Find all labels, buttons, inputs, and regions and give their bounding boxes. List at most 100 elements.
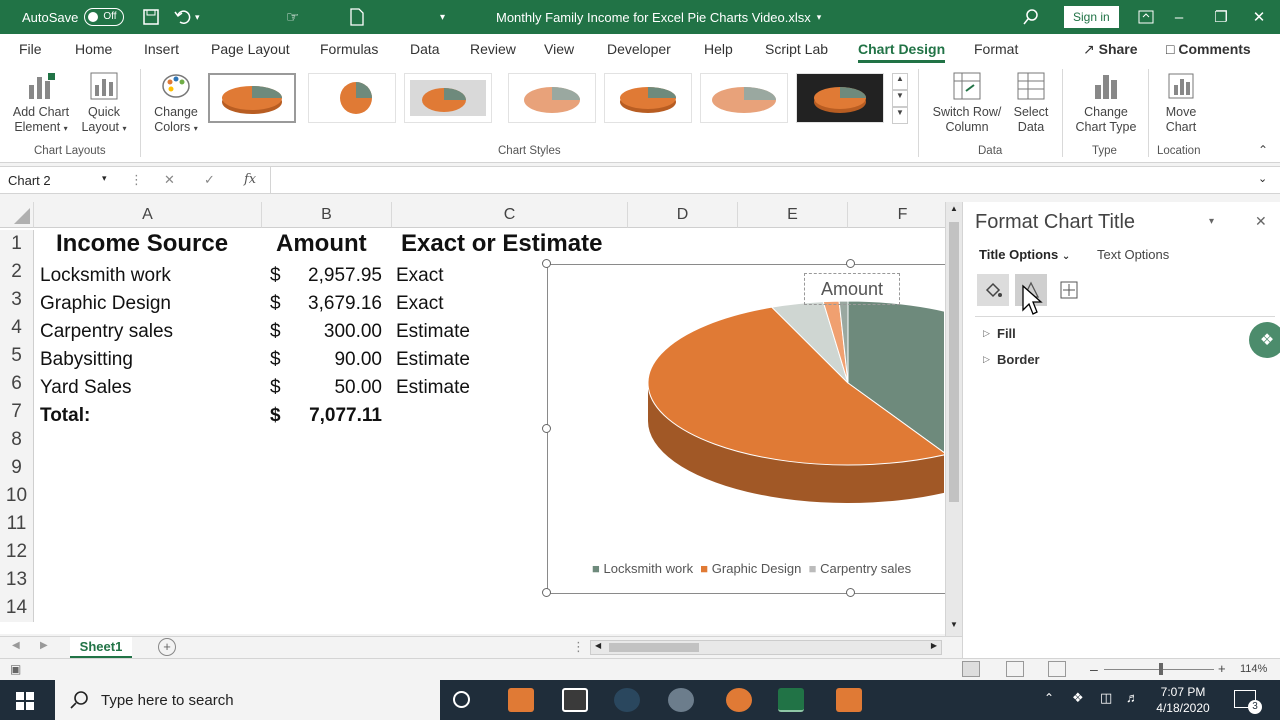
- resize-handle[interactable]: [542, 259, 551, 268]
- move-chart-button[interactable]: Move Chart: [1154, 71, 1208, 135]
- fill-section[interactable]: Fill: [997, 326, 1016, 341]
- cell-source[interactable]: Babysitting: [40, 346, 133, 374]
- expand-formula-icon[interactable]: ⌄: [1258, 172, 1267, 185]
- taskbar-search-box[interactable]: Type here to search: [55, 680, 440, 720]
- tab-formulas[interactable]: Formulas: [320, 41, 378, 57]
- undo-icon[interactable]: ▾: [174, 0, 200, 34]
- resize-handle[interactable]: [542, 424, 551, 433]
- collapse-ribbon-icon[interactable]: ⌃: [1258, 143, 1268, 157]
- tab-review[interactable]: Review: [470, 41, 516, 57]
- vertical-scrollbar[interactable]: ▲ ▼: [945, 202, 962, 636]
- app-icon[interactable]: [668, 688, 694, 712]
- row-header[interactable]: 2: [0, 258, 34, 286]
- cell-type[interactable]: Exact: [396, 262, 444, 290]
- scroll-right-icon[interactable]: ▶: [931, 641, 937, 650]
- tab-insert[interactable]: Insert: [144, 41, 179, 57]
- dropbox-icon[interactable]: ❖: [1249, 322, 1280, 358]
- change-chart-type-button[interactable]: Change Chart Type: [1070, 71, 1142, 135]
- enter-icon[interactable]: ✓: [204, 172, 215, 188]
- add-chart-element-button[interactable]: Add Chart Element ▾: [8, 71, 74, 136]
- border-expand-icon[interactable]: ▷: [983, 354, 990, 365]
- file-explorer-icon[interactable]: [508, 688, 534, 712]
- column-header-b[interactable]: B: [262, 202, 392, 228]
- tab-view[interactable]: View: [544, 41, 574, 57]
- cell-total-label[interactable]: Total:: [40, 402, 90, 430]
- chart-style-1[interactable]: [208, 73, 296, 123]
- formula-input[interactable]: [272, 169, 1252, 191]
- tab-chart-design[interactable]: Chart Design: [858, 41, 946, 63]
- styles-more-icon[interactable]: ▼: [892, 107, 908, 124]
- tab-title-options[interactable]: Title Options ⌄: [979, 247, 1070, 262]
- sign-in-button[interactable]: Sign in: [1064, 6, 1119, 28]
- select-all-corner[interactable]: [0, 202, 34, 228]
- customize-qat-icon[interactable]: ▾: [440, 0, 445, 34]
- autosave-toggle[interactable]: Off: [84, 8, 125, 26]
- column-header-a[interactable]: A: [34, 202, 262, 228]
- zoom-slider-thumb[interactable]: [1159, 663, 1163, 675]
- change-colors-button[interactable]: Change Colors ▾: [148, 71, 204, 136]
- search-icon[interactable]: [1022, 0, 1040, 34]
- tab-file[interactable]: File: [19, 41, 42, 57]
- row-header[interactable]: 13: [0, 566, 34, 594]
- page-break-view-icon[interactable]: [1048, 661, 1066, 677]
- column-header-e[interactable]: E: [738, 202, 848, 228]
- network-icon[interactable]: ◫: [1100, 690, 1112, 706]
- browser-icon[interactable]: [726, 688, 752, 712]
- cell-total-amount[interactable]: 7,077.11: [284, 402, 382, 430]
- tab-developer[interactable]: Developer: [607, 41, 671, 57]
- cell-amount[interactable]: 3,679.16: [284, 290, 382, 318]
- chart-style-7[interactable]: [796, 73, 884, 123]
- new-file-icon[interactable]: [350, 0, 364, 34]
- normal-view-icon[interactable]: [962, 661, 980, 677]
- cell-type[interactable]: Estimate: [396, 374, 470, 402]
- chart-legend[interactable]: ■ Locksmith work ■ Graphic Design ■ Carp…: [592, 561, 911, 576]
- cancel-icon[interactable]: ✕: [164, 172, 175, 188]
- volume-icon[interactable]: ♬: [1126, 690, 1139, 705]
- column-header-c[interactable]: C: [392, 202, 628, 228]
- share-button[interactable]: ↗ Share: [1083, 41, 1138, 58]
- cortana-icon[interactable]: [453, 691, 470, 708]
- resize-handle[interactable]: [846, 259, 855, 268]
- chart-style-5[interactable]: [604, 73, 692, 123]
- row-header[interactable]: 7: [0, 398, 34, 426]
- cell-c1[interactable]: Exact or Estimate: [401, 230, 602, 258]
- zoom-out-icon[interactable]: –: [1090, 661, 1098, 677]
- scroll-up-icon[interactable]: ▲: [946, 204, 962, 218]
- pane-options-icon[interactable]: ▾: [1209, 216, 1214, 227]
- cell-source[interactable]: Graphic Design: [40, 290, 171, 318]
- resize-handle[interactable]: [846, 588, 855, 597]
- row-header[interactable]: 4: [0, 314, 34, 342]
- select-data-button[interactable]: Select Data: [1008, 71, 1054, 135]
- ribbon-display-icon[interactable]: [1138, 0, 1154, 34]
- macro-record-icon[interactable]: ▣: [10, 662, 21, 676]
- prev-sheet-icon[interactable]: ◀: [12, 640, 20, 651]
- scroll-left-icon[interactable]: ◀: [595, 641, 601, 650]
- horizontal-scroll-thumb[interactable]: [609, 643, 699, 652]
- row-header[interactable]: 1: [0, 230, 34, 258]
- tab-help[interactable]: Help: [704, 41, 733, 57]
- fill-line-icon[interactable]: [977, 274, 1009, 306]
- steam-icon[interactable]: [614, 688, 640, 712]
- tab-format[interactable]: Format: [974, 41, 1018, 57]
- tab-data[interactable]: Data: [410, 41, 440, 57]
- tab-text-options[interactable]: Text Options: [1097, 247, 1169, 262]
- touch-mode-icon[interactable]: ☞: [286, 0, 299, 34]
- zoom-in-icon[interactable]: +: [1218, 661, 1226, 676]
- windows-start-icon[interactable]: [16, 692, 34, 715]
- cell-amount[interactable]: 300.00: [284, 318, 382, 346]
- tray-chevron-icon[interactable]: ⌃: [1044, 691, 1054, 705]
- cell-source[interactable]: Yard Sales: [40, 374, 132, 402]
- name-box[interactable]: Chart 2: [8, 173, 51, 188]
- row-header[interactable]: 9: [0, 454, 34, 482]
- cell-source[interactable]: Locksmith work: [40, 262, 171, 290]
- add-sheet-icon[interactable]: +: [158, 638, 176, 656]
- resize-handle[interactable]: [542, 588, 551, 597]
- row-header[interactable]: 5: [0, 342, 34, 370]
- chart-style-3[interactable]: [404, 73, 492, 123]
- quick-layout-button[interactable]: Quick Layout ▾: [76, 71, 132, 136]
- zoom-level[interactable]: 114%: [1240, 663, 1267, 675]
- cell-amount[interactable]: 50.00: [284, 374, 382, 402]
- insert-function-icon[interactable]: fx: [244, 172, 256, 187]
- row-header[interactable]: 12: [0, 538, 34, 566]
- next-sheet-icon[interactable]: ▶: [40, 640, 48, 651]
